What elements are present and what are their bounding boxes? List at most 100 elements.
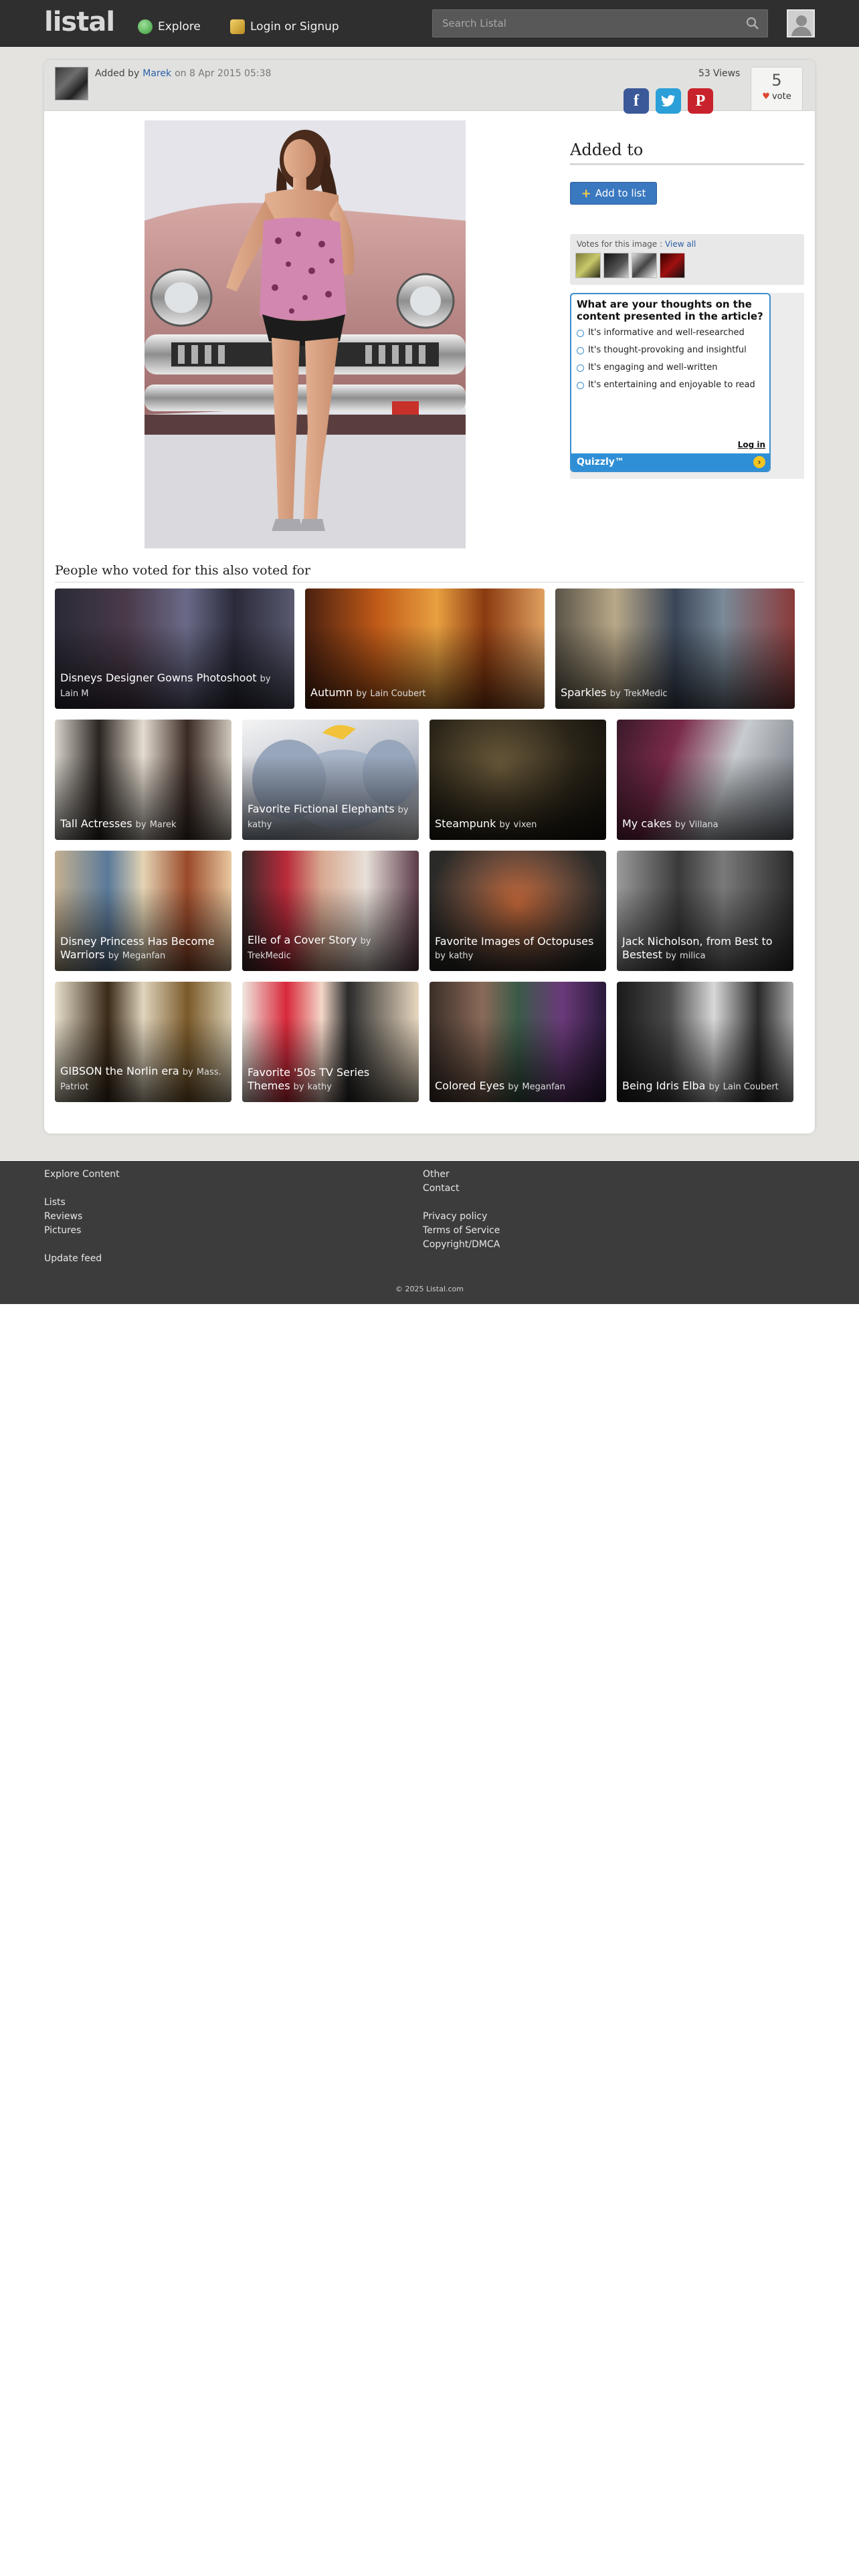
tile-author[interactable]: Meganfan <box>522 1082 565 1092</box>
voter-avatar[interactable] <box>603 253 629 278</box>
quiz-widget: What are your thoughts on the content pr… <box>570 293 771 472</box>
compass-icon <box>138 19 153 34</box>
quiz-brand[interactable]: Quizzly™ <box>577 457 624 467</box>
list-tile[interactable]: Being Idris Elba by Lain Coubert <box>617 982 793 1102</box>
footer-reviews-link[interactable]: Reviews <box>44 1210 120 1224</box>
add-to-list-button[interactable]: + Add to list <box>570 182 657 205</box>
copyright-text: © 2025 Listal.com <box>395 1285 464 1293</box>
list-tile[interactable]: My cakes by Villana <box>617 720 793 840</box>
voter-avatar[interactable] <box>632 253 657 278</box>
tile-caption: Steampunk by vixen <box>435 817 601 832</box>
quiz-option[interactable]: It's informative and well-researched <box>577 328 767 338</box>
user-avatar[interactable] <box>787 9 815 37</box>
list-tile[interactable]: Autumn by Lain Coubert <box>305 588 545 709</box>
key-icon <box>230 19 245 34</box>
tile-caption: Autumn by Lain Coubert <box>310 686 539 701</box>
list-tile[interactable]: Elle of a Cover Story by TrekMedic <box>242 851 419 971</box>
footer-explore-column: Explore Content Lists Reviews Pictures U… <box>44 1168 120 1266</box>
explore-link[interactable]: Explore <box>138 18 201 35</box>
tile-author[interactable]: kathy <box>449 951 473 961</box>
added-date: on 8 Apr 2015 05:38 <box>175 68 272 79</box>
uploader-avatar[interactable] <box>55 67 88 100</box>
tile-author[interactable]: Lain M <box>60 689 88 699</box>
list-tile[interactable]: Sparkles by TrekMedic <box>555 588 795 709</box>
top-bar: listal Explore Login or Signup <box>0 0 859 47</box>
list-tile[interactable]: Favorite '50s TV Series Themes by kathy <box>242 982 419 1102</box>
tile-by: by <box>708 1082 720 1092</box>
main-photo[interactable] <box>145 120 466 548</box>
footer-dmca-link[interactable]: Copyright/DMCA <box>423 1238 500 1252</box>
list-tile[interactable]: Favorite Images of Octopuses by kathy <box>430 851 606 971</box>
list-tile[interactable]: GIBSON the Norlin era by Mass. Patriot <box>55 982 231 1102</box>
twitter-icon <box>661 95 675 107</box>
tile-caption: My cakes by Villana <box>622 817 788 832</box>
also-voted-heading: People who voted for this also voted for <box>55 563 804 582</box>
tile-title: GIBSON the Norlin era <box>60 1065 179 1077</box>
list-tile[interactable]: Disneys Designer Gowns Photoshoot by Lai… <box>55 588 294 709</box>
tile-author[interactable]: kathy <box>248 820 272 830</box>
search-box <box>432 9 768 37</box>
pinterest-icon: P <box>695 92 706 110</box>
tile-caption: Colored Eyes by Meganfan <box>435 1079 601 1094</box>
explore-label: Explore <box>158 20 201 33</box>
footer-privacy-link[interactable]: Privacy policy <box>423 1210 500 1224</box>
listal-logo[interactable]: listal <box>44 7 115 37</box>
quiz-panel: What are your thoughts on the content pr… <box>570 293 804 479</box>
vote-box[interactable]: 5 ♥ vote <box>751 67 803 111</box>
vote-button[interactable]: ♥ vote <box>751 92 802 102</box>
tile-author[interactable]: kathy <box>308 1082 332 1092</box>
quiz-login-link[interactable]: Log in <box>738 440 765 449</box>
footer-update-feed-link[interactable]: Update feed <box>44 1252 120 1266</box>
quiz-option-label: It's thought-provoking and insightful <box>588 345 747 355</box>
tile-title: My cakes <box>622 817 672 830</box>
tile-author[interactable]: Lain Coubert <box>723 1082 779 1092</box>
quiz-question: What are your thoughts on the content pr… <box>577 298 763 322</box>
list-tile[interactable]: Disney Princess Has Become Warriors by M… <box>55 851 231 971</box>
quiz-option[interactable]: It's engaging and well-written <box>577 362 767 373</box>
twitter-share-button[interactable] <box>656 88 681 114</box>
facebook-share-button[interactable]: f <box>624 88 649 114</box>
search-input[interactable] <box>433 10 767 37</box>
radio-icon <box>577 382 584 389</box>
tile-title: Being Idris Elba <box>622 1079 706 1092</box>
list-tile[interactable]: Jack Nicholson, from Best to Bestest by … <box>617 851 793 971</box>
tile-author[interactable]: Lain Coubert <box>370 689 425 699</box>
footer-terms-link[interactable]: Terms of Service <box>423 1224 500 1238</box>
tile-caption: Favorite Images of Octopuses by kathy <box>435 935 601 963</box>
chevron-right-icon[interactable]: › <box>753 456 765 468</box>
tile-author[interactable]: Meganfan <box>122 951 165 961</box>
site-footer: Explore Content Lists Reviews Pictures U… <box>0 1161 859 1304</box>
uploader-link[interactable]: Marek <box>142 68 171 79</box>
footer-pictures-link[interactable]: Pictures <box>44 1224 120 1238</box>
tile-author[interactable]: Marek <box>150 820 177 830</box>
tile-author[interactable]: TrekMedic <box>248 951 291 961</box>
login-signup-link[interactable]: Login or Signup <box>230 18 339 35</box>
footer-contact-link[interactable]: Contact <box>423 1182 500 1196</box>
tile-by: by <box>260 674 271 684</box>
quiz-option[interactable]: It's entertaining and enjoyable to read <box>577 380 767 391</box>
vote-count: 5 <box>771 71 782 90</box>
tile-caption: Being Idris Elba by Lain Coubert <box>622 1079 788 1094</box>
tile-by: by <box>609 689 621 699</box>
pinterest-share-button[interactable]: P <box>688 88 713 114</box>
views-number: 53 <box>698 68 710 79</box>
tile-by: by <box>356 689 367 699</box>
list-tile[interactable]: Tall Actresses by Marek <box>55 720 231 840</box>
footer-lists-link[interactable]: Lists <box>44 1196 120 1210</box>
heart-icon: ♥ <box>762 92 770 102</box>
tile-author[interactable]: Villana <box>689 820 719 830</box>
tile-author[interactable]: vixen <box>514 820 537 830</box>
tile-author[interactable]: milica <box>680 951 706 961</box>
tile-caption: Sparkles by TrekMedic <box>561 686 789 701</box>
voter-avatar[interactable] <box>660 253 685 278</box>
quiz-option[interactable]: It's thought-provoking and insightful <box>577 345 767 356</box>
tile-author[interactable]: TrekMedic <box>624 689 668 699</box>
quiz-option-label: It's informative and well-researched <box>588 328 745 338</box>
search-icon[interactable] <box>746 17 759 30</box>
list-tile[interactable]: Colored Eyes by Meganfan <box>430 982 606 1102</box>
list-tile[interactable]: Steampunk by vixen <box>430 720 606 840</box>
list-tile[interactable]: Favorite Fictional Elephants by kathy <box>242 720 419 840</box>
voter-avatar[interactable] <box>575 253 601 278</box>
view-all-link[interactable]: View all <box>665 239 696 249</box>
image-info-bar: Added by Marek on 8 Apr 2015 05:38 53 Vi… <box>44 60 815 114</box>
